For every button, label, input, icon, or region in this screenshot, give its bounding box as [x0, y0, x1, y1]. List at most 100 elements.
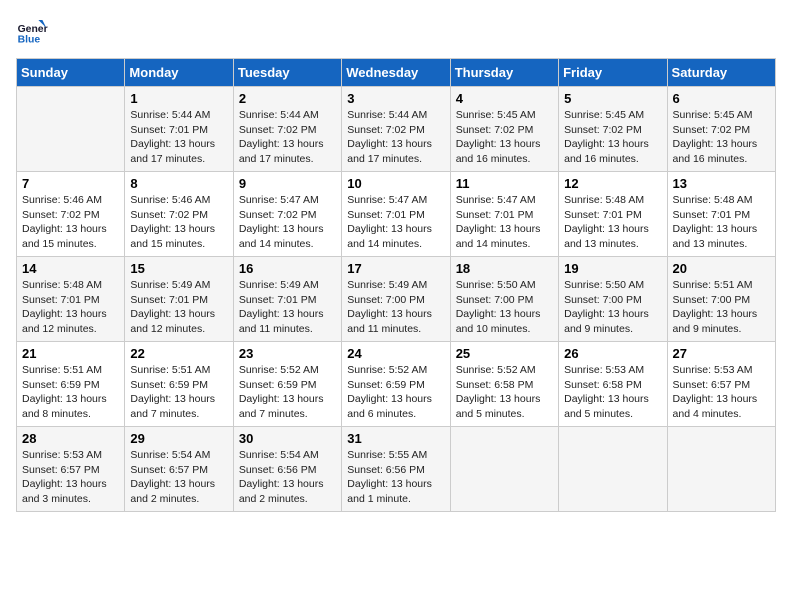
- day-info: Sunrise: 5:55 AM Sunset: 6:56 PM Dayligh…: [347, 448, 444, 507]
- calendar-cell: 8 Sunrise: 5:46 AM Sunset: 7:02 PM Daylig…: [125, 172, 233, 257]
- day-info: Sunrise: 5:51 AM Sunset: 6:59 PM Dayligh…: [22, 363, 119, 422]
- calendar-cell: 11Sunrise: 5:47 AM Sunset: 7:01 PM Dayli…: [450, 172, 558, 257]
- svg-text:Blue: Blue: [18, 34, 41, 45]
- col-header-thursday: Thursday: [450, 59, 558, 87]
- day-number: 3: [347, 91, 444, 106]
- day-number: 15: [130, 261, 227, 276]
- day-number: 24: [347, 346, 444, 361]
- calendar-cell: 31 Sunrise: 5:55 AM Sunset: 6:56 PM Dayli…: [342, 427, 450, 512]
- day-number: 9: [239, 176, 336, 191]
- col-header-friday: Friday: [559, 59, 667, 87]
- day-info: Sunrise: 5:45 AM Sunset: 7:02 PM Dayligh…: [456, 108, 553, 167]
- day-info: Sunrise: 5:54 AM Sunset: 6:56 PM Dayligh…: [239, 448, 336, 507]
- logo-icon: General Blue: [16, 16, 48, 48]
- svg-text:General: General: [18, 24, 48, 35]
- day-info: Sunrise: 5:48 AM Sunset: 7:01 PM Dayligh…: [564, 193, 661, 252]
- day-number: 11: [456, 176, 553, 191]
- calendar-cell: [667, 427, 775, 512]
- day-info: Sunrise: 5:52 AM Sunset: 6:59 PM Dayligh…: [347, 363, 444, 422]
- calendar-cell: 17 Sunrise: 5:49 AM Sunset: 7:00 PM Dayli…: [342, 257, 450, 342]
- calendar-cell: 19 Sunrise: 5:50 AM Sunset: 7:00 PM Dayli…: [559, 257, 667, 342]
- day-number: 10: [347, 176, 444, 191]
- calendar-cell: 10 Sunrise: 5:47 AM Sunset: 7:01 PM Dayli…: [342, 172, 450, 257]
- calendar-cell: [559, 427, 667, 512]
- calendar-cell: 29 Sunrise: 5:54 AM Sunset: 6:57 PM Dayli…: [125, 427, 233, 512]
- day-number: 5: [564, 91, 661, 106]
- day-number: 22: [130, 346, 227, 361]
- day-number: 23: [239, 346, 336, 361]
- day-info: Sunrise: 5:47 AM Sunset: 7:02 PM Dayligh…: [239, 193, 336, 252]
- day-number: 13: [673, 176, 770, 191]
- page-header: General Blue: [16, 16, 776, 48]
- calendar-cell: 2 Sunrise: 5:44 AM Sunset: 7:02 PM Daylig…: [233, 87, 341, 172]
- day-info: Sunrise: 5:50 AM Sunset: 7:00 PM Dayligh…: [564, 278, 661, 337]
- calendar-cell: [450, 427, 558, 512]
- day-info: Sunrise: 5:52 AM Sunset: 6:58 PM Dayligh…: [456, 363, 553, 422]
- calendar-cell: 30 Sunrise: 5:54 AM Sunset: 6:56 PM Dayli…: [233, 427, 341, 512]
- calendar-cell: 25 Sunrise: 5:52 AM Sunset: 6:58 PM Dayli…: [450, 342, 558, 427]
- day-info: Sunrise: 5:45 AM Sunset: 7:02 PM Dayligh…: [673, 108, 770, 167]
- day-number: 26: [564, 346, 661, 361]
- day-number: 19: [564, 261, 661, 276]
- calendar-cell: 27Sunrise: 5:53 AM Sunset: 6:57 PM Dayli…: [667, 342, 775, 427]
- day-info: Sunrise: 5:49 AM Sunset: 7:01 PM Dayligh…: [130, 278, 227, 337]
- day-number: 18: [456, 261, 553, 276]
- day-number: 1: [130, 91, 227, 106]
- calendar-cell: 26 Sunrise: 5:53 AM Sunset: 6:58 PM Dayli…: [559, 342, 667, 427]
- day-number: 7: [22, 176, 119, 191]
- calendar-cell: 21Sunrise: 5:51 AM Sunset: 6:59 PM Dayli…: [17, 342, 125, 427]
- day-info: Sunrise: 5:48 AM Sunset: 7:01 PM Dayligh…: [673, 193, 770, 252]
- day-number: 14: [22, 261, 119, 276]
- day-info: Sunrise: 5:54 AM Sunset: 6:57 PM Dayligh…: [130, 448, 227, 507]
- day-number: 2: [239, 91, 336, 106]
- day-number: 25: [456, 346, 553, 361]
- day-number: 31: [347, 431, 444, 446]
- day-info: Sunrise: 5:51 AM Sunset: 7:00 PM Dayligh…: [673, 278, 770, 337]
- day-info: Sunrise: 5:53 AM Sunset: 6:57 PM Dayligh…: [22, 448, 119, 507]
- calendar-cell: 4 Sunrise: 5:45 AM Sunset: 7:02 PM Daylig…: [450, 87, 558, 172]
- day-info: Sunrise: 5:49 AM Sunset: 7:01 PM Dayligh…: [239, 278, 336, 337]
- logo: General Blue: [16, 16, 48, 48]
- calendar-cell: 12 Sunrise: 5:48 AM Sunset: 7:01 PM Dayli…: [559, 172, 667, 257]
- calendar-cell: 9 Sunrise: 5:47 AM Sunset: 7:02 PM Daylig…: [233, 172, 341, 257]
- col-header-monday: Monday: [125, 59, 233, 87]
- col-header-tuesday: Tuesday: [233, 59, 341, 87]
- calendar-cell: 1 Sunrise: 5:44 AM Sunset: 7:01 PM Daylig…: [125, 87, 233, 172]
- day-number: 20: [673, 261, 770, 276]
- day-info: Sunrise: 5:53 AM Sunset: 6:57 PM Dayligh…: [673, 363, 770, 422]
- calendar-cell: 23 Sunrise: 5:52 AM Sunset: 6:59 PM Dayli…: [233, 342, 341, 427]
- calendar-cell: 13 Sunrise: 5:48 AM Sunset: 7:01 PM Dayli…: [667, 172, 775, 257]
- day-number: 4: [456, 91, 553, 106]
- day-info: Sunrise: 5:48 AM Sunset: 7:01 PM Dayligh…: [22, 278, 119, 337]
- day-info: Sunrise: 5:49 AM Sunset: 7:00 PM Dayligh…: [347, 278, 444, 337]
- day-info: Sunrise: 5:44 AM Sunset: 7:01 PM Dayligh…: [130, 108, 227, 167]
- calendar-cell: 14 Sunrise: 5:48 AM Sunset: 7:01 PM Dayli…: [17, 257, 125, 342]
- col-header-saturday: Saturday: [667, 59, 775, 87]
- day-number: 12: [564, 176, 661, 191]
- day-info: Sunrise: 5:52 AM Sunset: 6:59 PM Dayligh…: [239, 363, 336, 422]
- calendar-cell: 18 Sunrise: 5:50 AM Sunset: 7:00 PM Dayli…: [450, 257, 558, 342]
- calendar-cell: 7Sunrise: 5:46 AM Sunset: 7:02 PM Daylig…: [17, 172, 125, 257]
- calendar-cell: 3Sunrise: 5:44 AM Sunset: 7:02 PM Daylig…: [342, 87, 450, 172]
- day-info: Sunrise: 5:53 AM Sunset: 6:58 PM Dayligh…: [564, 363, 661, 422]
- calendar-cell: [17, 87, 125, 172]
- calendar-cell: 28 Sunrise: 5:53 AM Sunset: 6:57 PM Dayli…: [17, 427, 125, 512]
- col-header-sunday: Sunday: [17, 59, 125, 87]
- day-number: 30: [239, 431, 336, 446]
- calendar-cell: 20 Sunrise: 5:51 AM Sunset: 7:00 PM Dayli…: [667, 257, 775, 342]
- day-number: 29: [130, 431, 227, 446]
- day-number: 28: [22, 431, 119, 446]
- col-header-wednesday: Wednesday: [342, 59, 450, 87]
- day-number: 16: [239, 261, 336, 276]
- day-info: Sunrise: 5:50 AM Sunset: 7:00 PM Dayligh…: [456, 278, 553, 337]
- day-info: Sunrise: 5:44 AM Sunset: 7:02 PM Dayligh…: [239, 108, 336, 167]
- day-info: Sunrise: 5:45 AM Sunset: 7:02 PM Dayligh…: [564, 108, 661, 167]
- calendar-cell: 5 Sunrise: 5:45 AM Sunset: 7:02 PM Daylig…: [559, 87, 667, 172]
- day-info: Sunrise: 5:51 AM Sunset: 6:59 PM Dayligh…: [130, 363, 227, 422]
- day-number: 8: [130, 176, 227, 191]
- calendar-cell: 6Sunrise: 5:45 AM Sunset: 7:02 PM Daylig…: [667, 87, 775, 172]
- day-number: 17: [347, 261, 444, 276]
- day-info: Sunrise: 5:46 AM Sunset: 7:02 PM Dayligh…: [130, 193, 227, 252]
- day-info: Sunrise: 5:47 AM Sunset: 7:01 PM Dayligh…: [347, 193, 444, 252]
- calendar-cell: 16 Sunrise: 5:49 AM Sunset: 7:01 PM Dayli…: [233, 257, 341, 342]
